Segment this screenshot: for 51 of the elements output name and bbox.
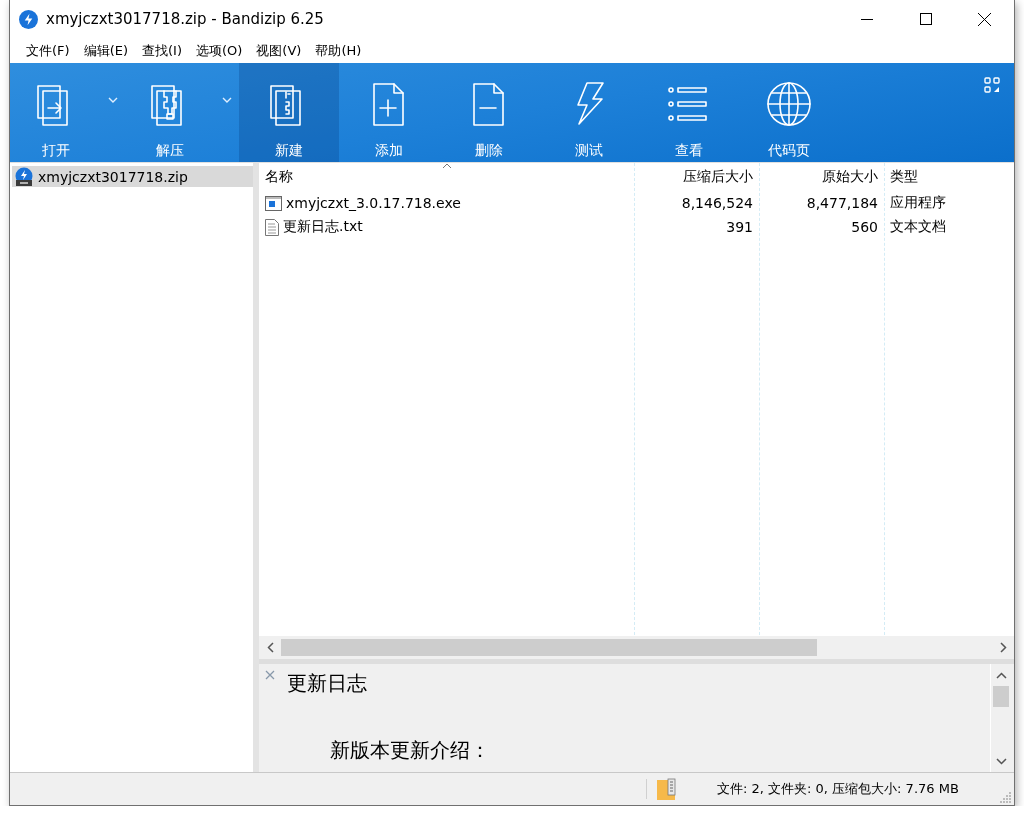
menu-item[interactable]: 查找(I) — [135, 39, 189, 62]
toolbar-button[interactable]: 新建 — [239, 63, 339, 162]
toolbar-button[interactable]: 代码页 — [739, 63, 839, 162]
chevron-up-icon — [995, 671, 1007, 679]
application-icon — [265, 195, 282, 211]
chevron-down-icon — [222, 97, 232, 103]
chevron-left-icon — [266, 642, 274, 653]
toolbar-button[interactable]: 删除 — [439, 63, 539, 162]
chevron-down-icon — [108, 97, 118, 103]
column-header[interactable]: 类型 — [884, 163, 1014, 191]
scrollbar-thumb[interactable] — [281, 639, 817, 656]
chevron-down-icon — [995, 757, 1007, 765]
toolbar-button[interactable]: 解压 — [125, 63, 215, 162]
chevron-right-icon — [999, 642, 1007, 653]
toolbar-button[interactable]: 打开 — [11, 63, 101, 162]
close-preview-button[interactable] — [265, 670, 275, 680]
table-cell-text: 8,477,184 — [805, 194, 879, 213]
vertical-scrollbar[interactable] — [990, 664, 1011, 772]
maximize-icon — [919, 13, 932, 25]
column-header[interactable]: 原始大小 — [759, 163, 884, 191]
table-cell-text: 8,146,524 — [680, 194, 754, 213]
table-cell-text: 应用程序 — [889, 193, 947, 212]
menu-item[interactable]: 视图(V) — [249, 39, 309, 62]
menu-item[interactable]: 选项(O) — [188, 39, 250, 62]
tree-item[interactable]: xmyjczxt3017718.zip — [12, 166, 253, 187]
menu-item[interactable]: 编辑(E) — [76, 39, 135, 62]
horizontal-scrollbar[interactable] — [259, 635, 1014, 659]
archive-folder-icon — [657, 778, 677, 800]
archive-icon — [14, 166, 34, 187]
status-text: 文件: 2, 文件夹: 0, 压缩包大小: 7.76 MB — [717, 780, 959, 798]
menu-item[interactable]: 帮助(H) — [308, 39, 369, 62]
text-file-icon — [265, 218, 279, 236]
scrollbar-thumb[interactable] — [993, 686, 1009, 707]
table-cell-text: 560 — [850, 218, 879, 237]
window-title: xmyjczxt3017718.zip - Bandizip 6.25 — [46, 10, 325, 28]
preview-text: 新版本更新介绍： — [330, 737, 490, 764]
app-logo-icon — [19, 9, 38, 29]
table-cell-text: 391 — [725, 218, 754, 237]
resize-grip-icon[interactable] — [1000, 791, 1012, 803]
preview-title: 更新日志 — [287, 670, 367, 697]
table-cell-text: 文本文档 — [889, 217, 947, 236]
column-header[interactable]: 名称 — [259, 163, 634, 191]
menu-item[interactable]: 文件(F) — [19, 39, 77, 62]
toolbar-button[interactable]: 测试 — [539, 63, 639, 162]
column-header[interactable]: 压缩后大小 — [634, 163, 759, 191]
table-cell: xmyjczxt_3.0.17.718.exe — [259, 191, 634, 215]
layout-button[interactable] — [984, 77, 1000, 93]
close-icon — [978, 12, 991, 26]
toolbar-button[interactable]: 查看 — [639, 63, 739, 162]
table-cell: 更新日志.txt — [259, 215, 634, 239]
toolbar-button[interactable]: 添加 — [339, 63, 439, 162]
